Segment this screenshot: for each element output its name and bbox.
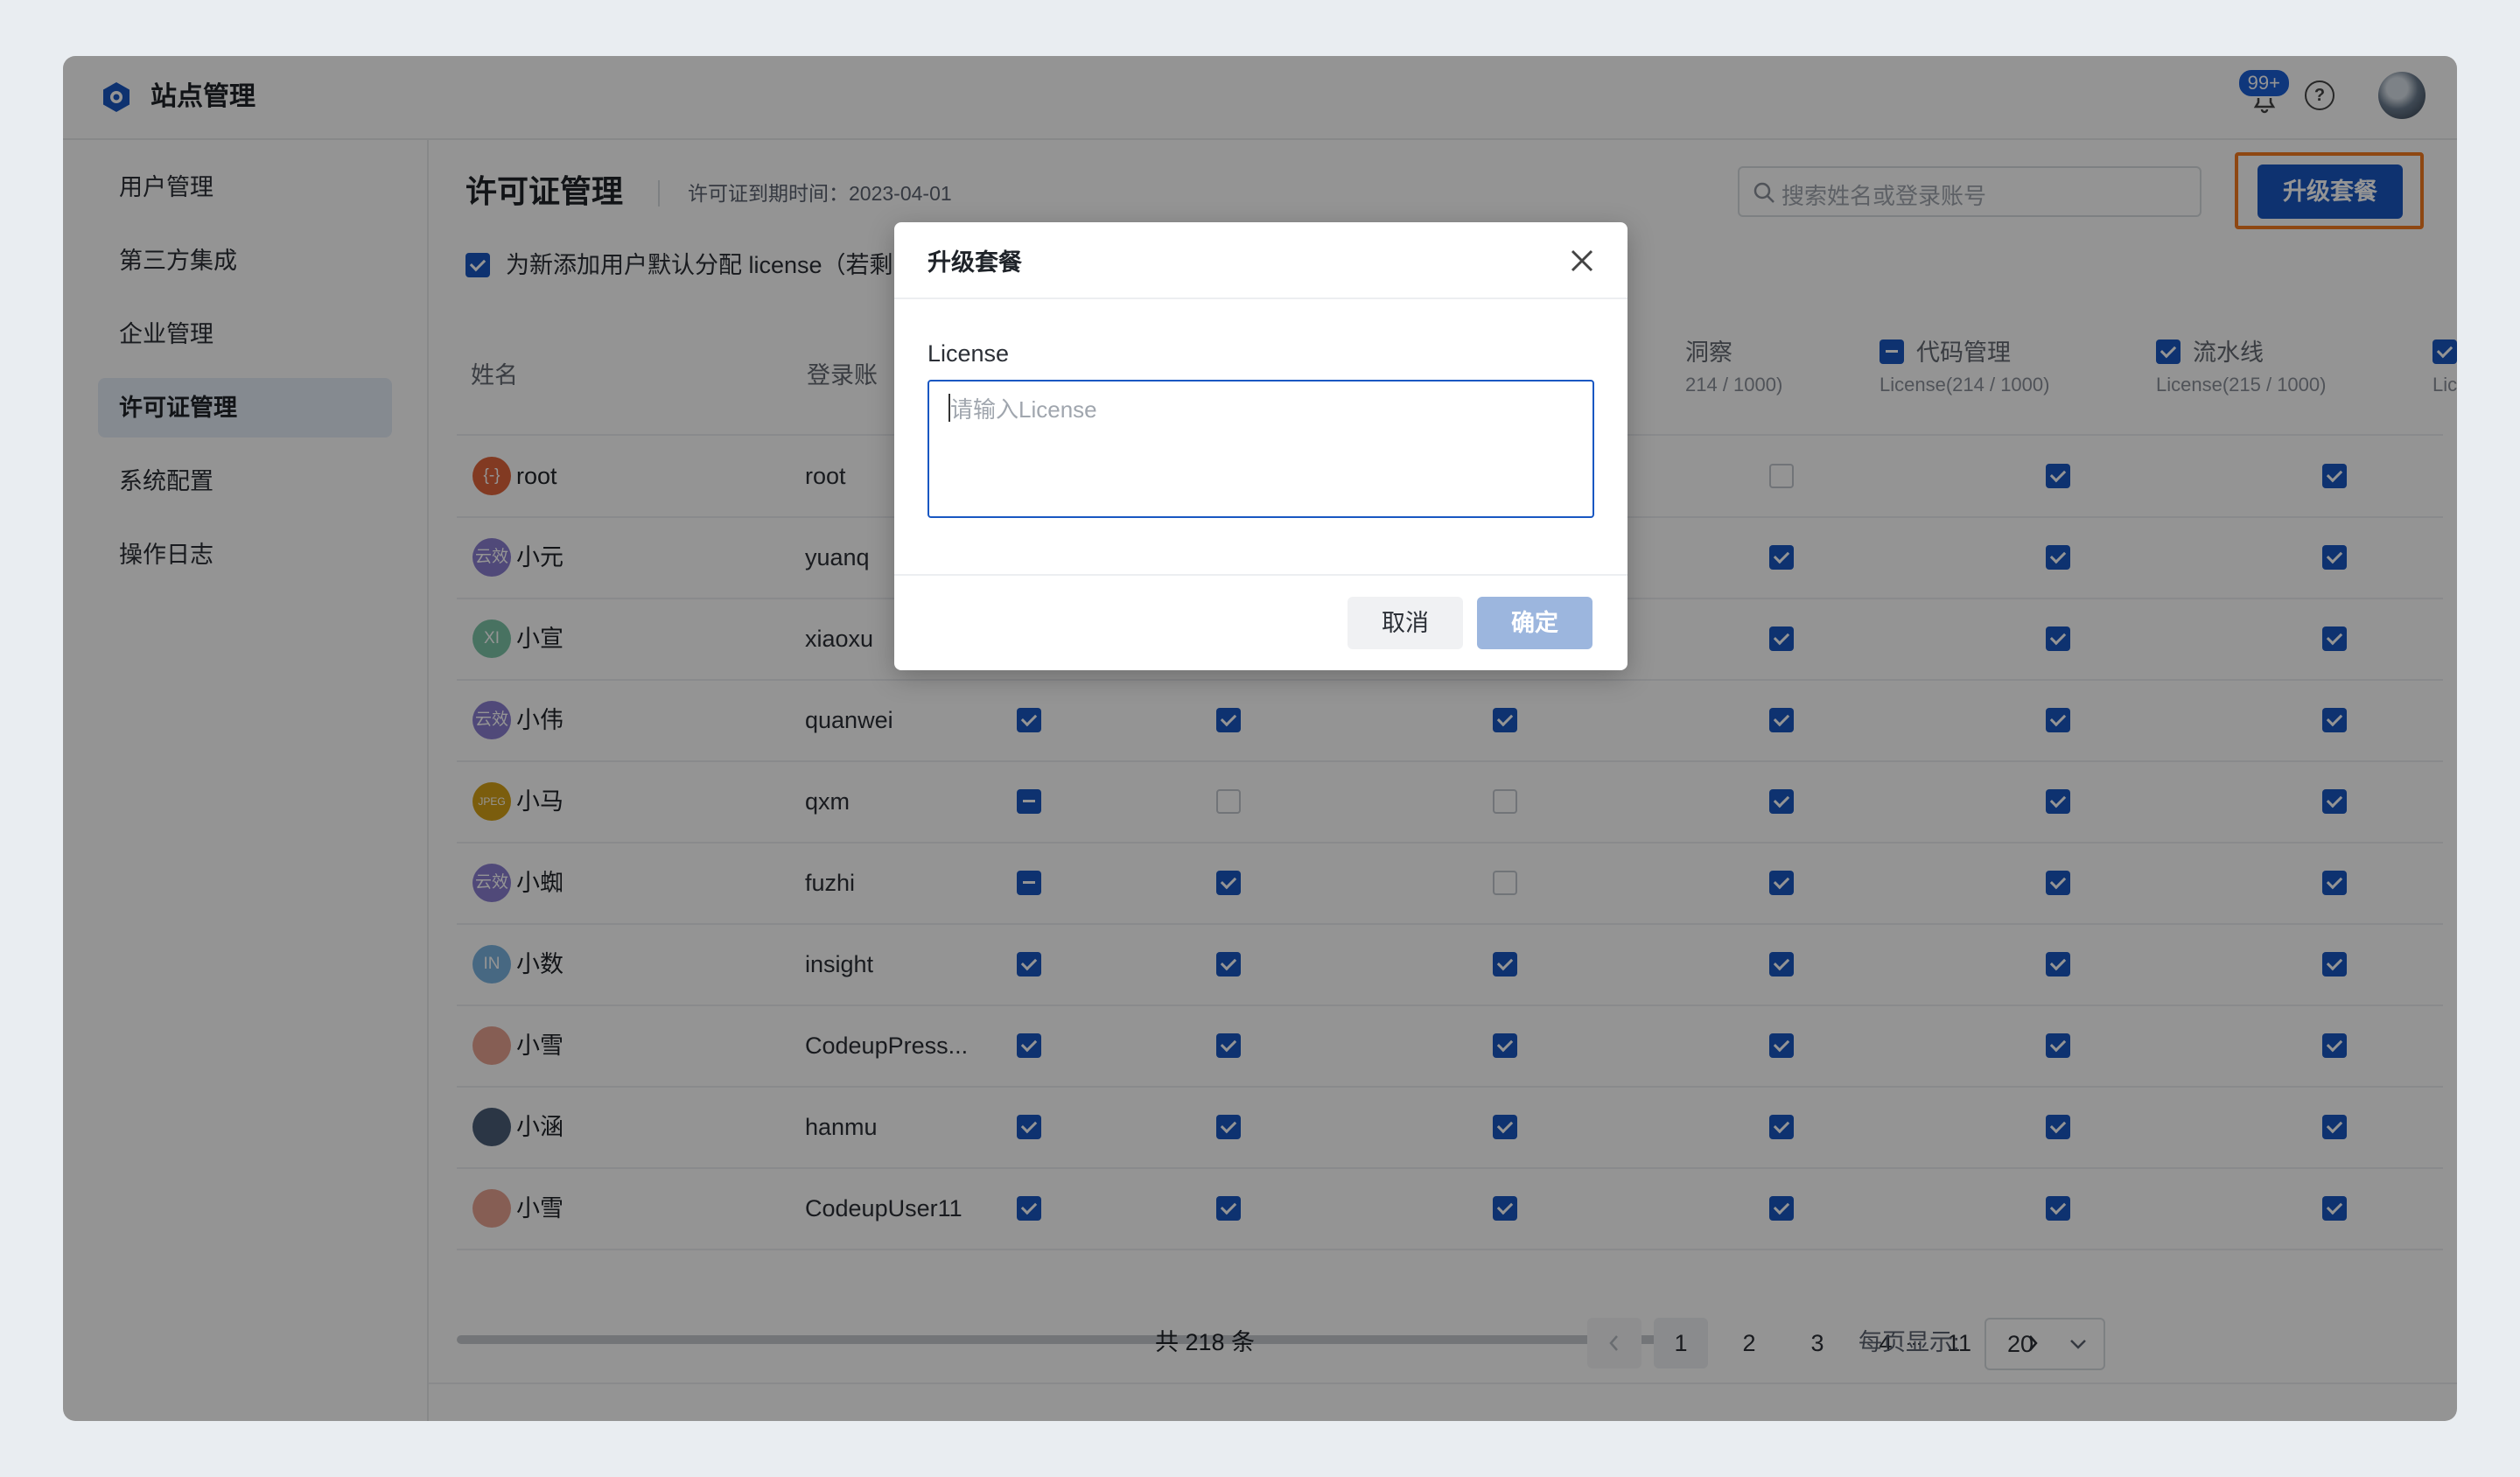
- cancel-button[interactable]: 取消: [1348, 597, 1463, 649]
- text-caret: [948, 394, 950, 422]
- upgrade-plan-dialog: 升级套餐 License 请输入License 取消 确定: [894, 222, 1628, 670]
- dialog-header-divider: [894, 298, 1628, 299]
- close-icon[interactable]: [1566, 245, 1598, 276]
- dialog-title: 升级套餐: [928, 249, 1022, 276]
- license-input-placeholder: 请输入License: [950, 396, 1097, 423]
- license-input[interactable]: 请输入License: [928, 380, 1594, 518]
- license-field-label: License: [928, 340, 1010, 367]
- confirm-button[interactable]: 确定: [1477, 597, 1592, 649]
- dialog-footer-divider: [894, 574, 1628, 576]
